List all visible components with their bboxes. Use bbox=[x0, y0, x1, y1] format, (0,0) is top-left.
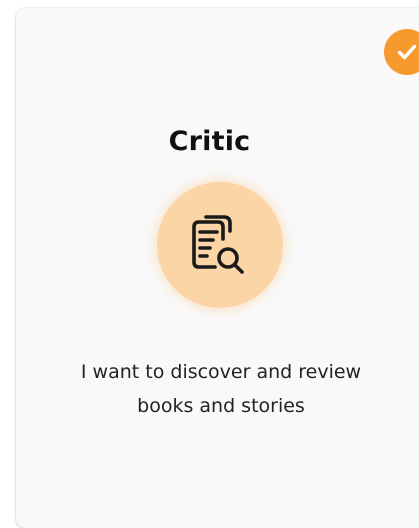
role-description: I want to discover and review books and … bbox=[0, 355, 419, 423]
role-icon-circle bbox=[157, 182, 283, 308]
role-title: Critic bbox=[168, 126, 251, 157]
selected-badge bbox=[384, 29, 419, 75]
role-description-line-1: I want to discover and review bbox=[80, 361, 362, 383]
role-description-line-2: books and stories bbox=[137, 395, 305, 417]
check-icon bbox=[397, 44, 417, 60]
document-search-icon bbox=[192, 215, 244, 274]
